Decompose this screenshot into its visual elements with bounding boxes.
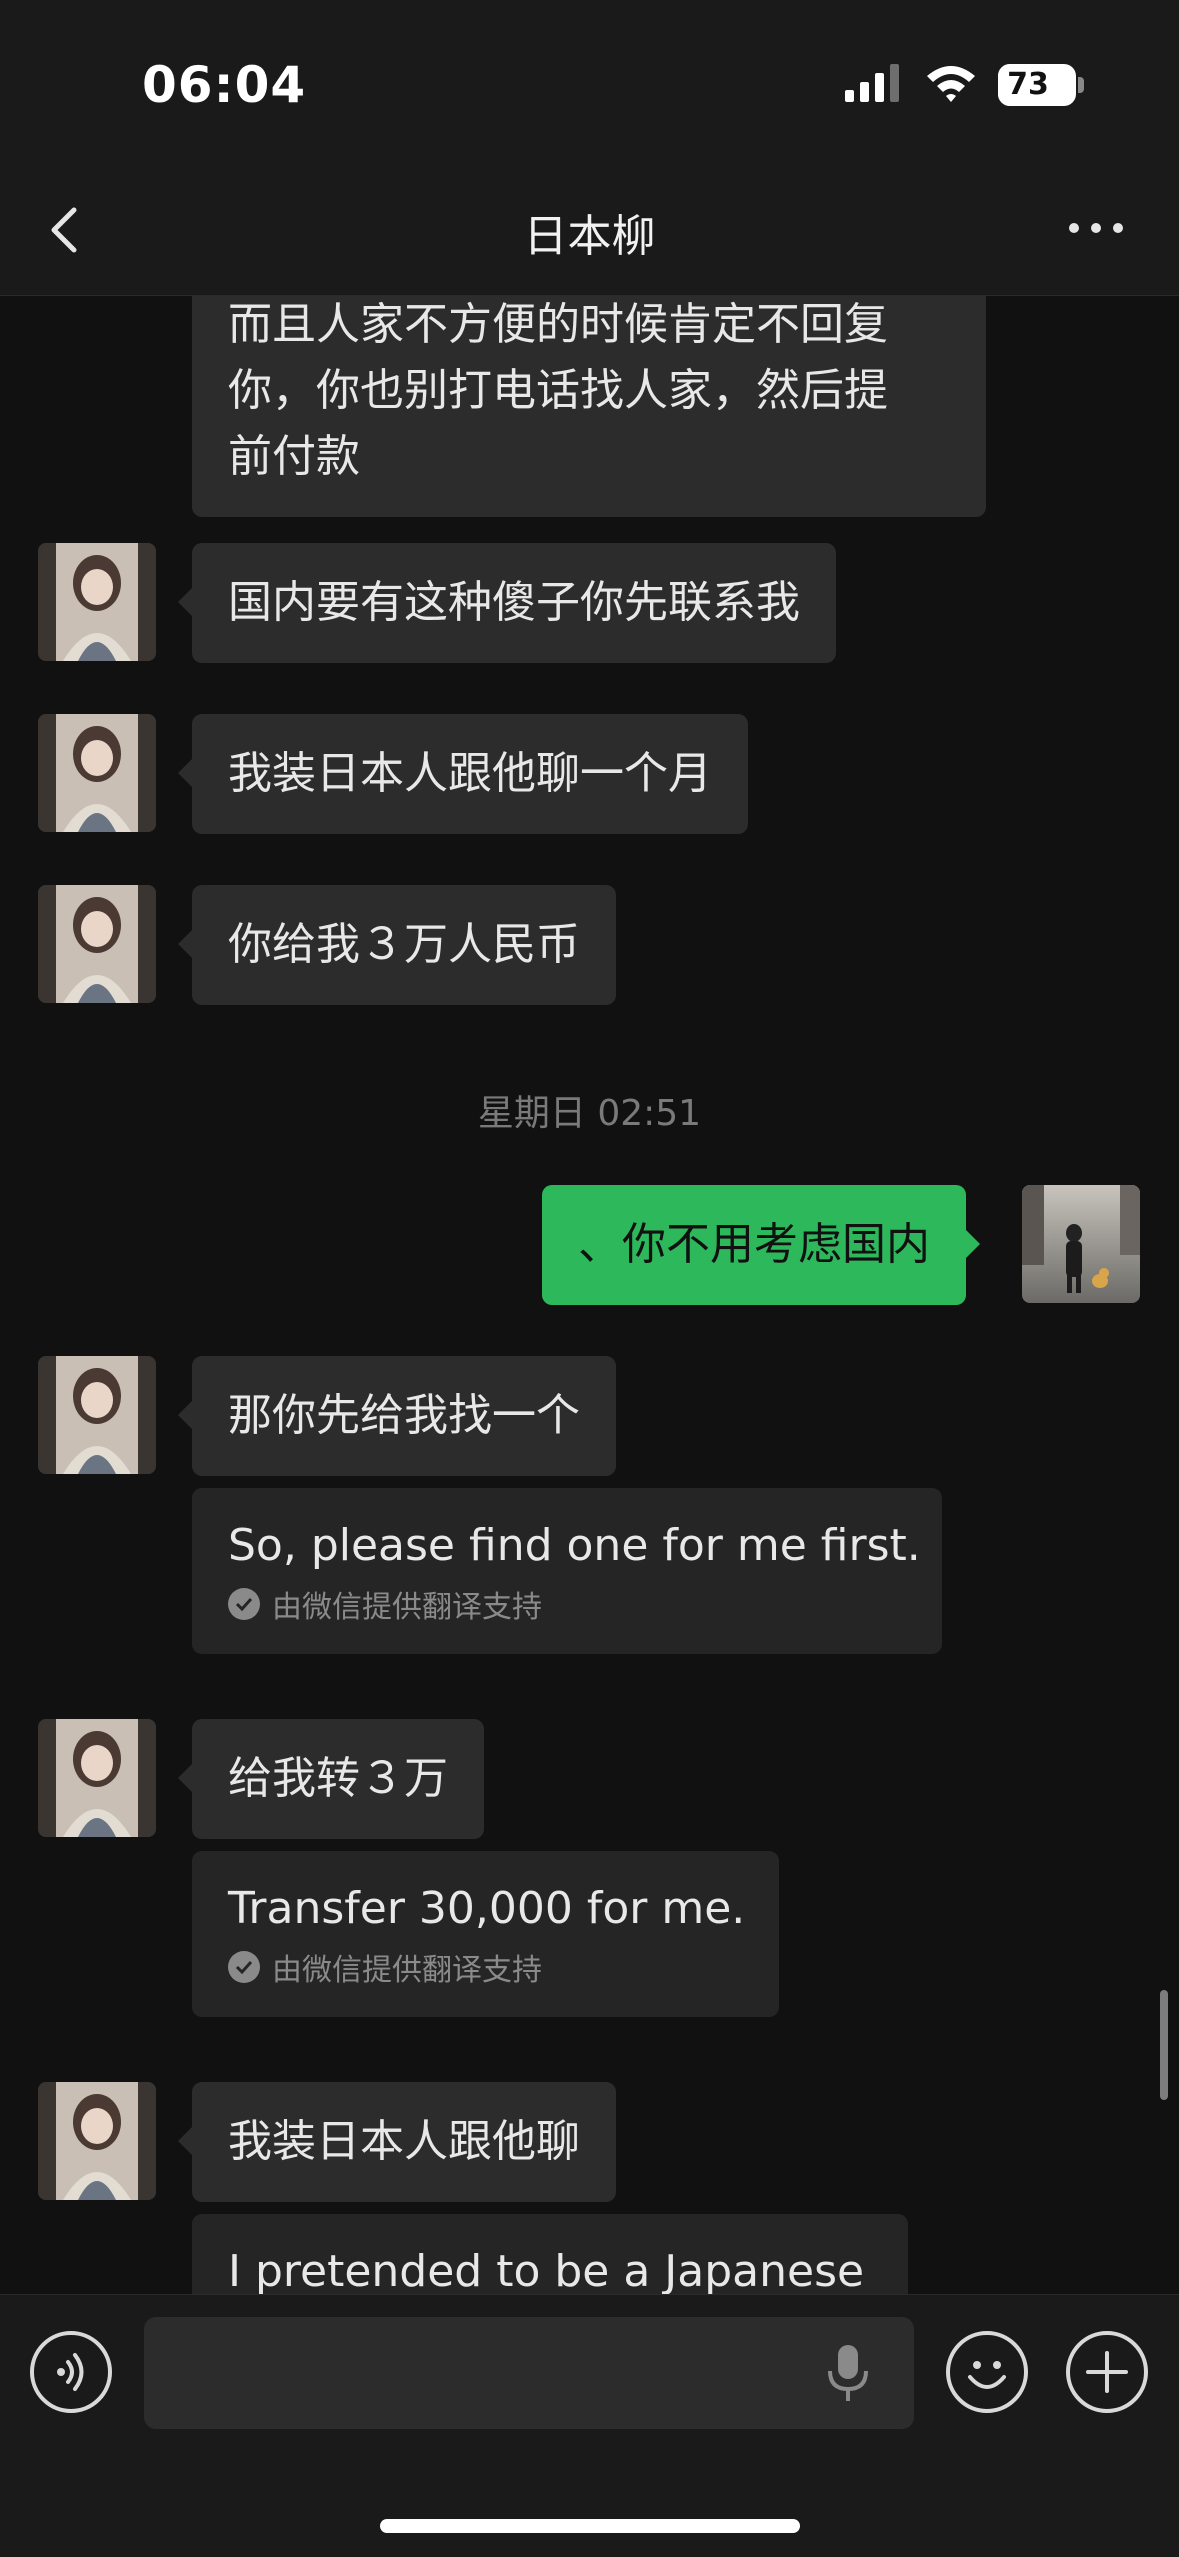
chat-header: 日本柳 <box>0 160 1179 296</box>
message-line: 而且人家不方便的时候肯定不回复 <box>228 299 888 350</box>
message-bubble[interactable]: 而且人家不方便的时候肯定不回复 你，你也别打电话找人家，然后提 前付款 <box>192 296 986 517</box>
message-bubble[interactable]: 我装日本人跟他聊一个月 <box>178 714 748 834</box>
contact-avatar[interactable] <box>38 885 156 1003</box>
battery-tip <box>1078 77 1084 93</box>
status-bar: 06:04 73 <box>0 0 1179 160</box>
message-input[interactable] <box>144 2317 914 2429</box>
message-line: 你，你也别打电话找人家，然后提 <box>228 365 888 416</box>
translation-text: So, please find one for me first. <box>228 1520 921 1571</box>
chat-title: 日本柳 <box>523 211 656 262</box>
translation-text: I pretended to be a Japanese <box>228 2246 865 2294</box>
translation-card[interactable]: So, please find one for me first. 由微信提供翻… <box>192 1488 942 1654</box>
voice-icon <box>57 2353 84 2391</box>
message-bubble[interactable]: 我装日本人跟他聊 <box>178 2082 616 2202</box>
status-time: 06:04 <box>142 56 307 114</box>
translation-note-label: 由微信提供翻译支持 <box>272 1590 542 1625</box>
emoji-icon <box>968 2361 1006 2389</box>
contact-avatar[interactable] <box>38 543 156 661</box>
battery-percent: 73 <box>1007 67 1049 102</box>
translation-note-label: 由微信提供翻译支持 <box>272 1953 542 1988</box>
message-bubble[interactable]: 国内要有这种傻子你先联系我 <box>178 543 836 663</box>
contact-avatar[interactable] <box>38 1356 156 1474</box>
microphone-icon[interactable] <box>822 2341 874 2405</box>
scrollbar[interactable] <box>1160 1990 1168 2100</box>
translation-card[interactable]: Transfer 30,000 for me. 由微信提供翻译支持 <box>192 1851 779 2017</box>
my-avatar[interactable] <box>1022 1185 1140 1303</box>
check-icon <box>228 1588 260 1620</box>
message-line: 前付款 <box>228 431 360 482</box>
wifi-icon <box>927 66 975 102</box>
message-bubble[interactable]: 那你先给我找一个 <box>178 1356 616 1476</box>
contact-avatar[interactable] <box>38 2082 156 2200</box>
message-timestamp: 星期日 02:51 <box>477 1093 702 1134</box>
translation-card[interactable]: I pretended to be a Japanese <box>192 2214 908 2294</box>
translation-text: Transfer 30,000 for me. <box>228 1883 746 1934</box>
plus-button[interactable] <box>1066 2331 1148 2413</box>
contact-avatar[interactable] <box>38 1719 156 1837</box>
plus-icon <box>1086 2351 1128 2393</box>
message-bubble[interactable]: 你给我３万人民币 <box>178 885 616 1005</box>
home-indicator[interactable] <box>380 2519 800 2533</box>
emoji-button[interactable] <box>946 2331 1028 2413</box>
message-bubble[interactable]: 给我转３万 <box>178 1719 484 1839</box>
check-icon <box>228 1951 260 1983</box>
contact-avatar[interactable] <box>38 714 156 832</box>
voice-button[interactable] <box>30 2331 112 2413</box>
input-bar <box>0 2294 1179 2557</box>
translation-note: 由微信提供翻译支持 <box>228 1582 906 1626</box>
cellular-signal-icon <box>845 64 899 102</box>
translation-note: 由微信提供翻译支持 <box>228 1945 743 1989</box>
my-message-bubble[interactable]: 、你不用考虑国内 <box>542 1185 980 1305</box>
more-dots-icon[interactable] <box>1068 220 1124 236</box>
battery-icon: 73 <box>998 64 1076 106</box>
message-list[interactable]: 而且人家不方便的时候肯定不回复 你，你也别打电话找人家，然后提 前付款 国内要有… <box>0 296 1179 2294</box>
